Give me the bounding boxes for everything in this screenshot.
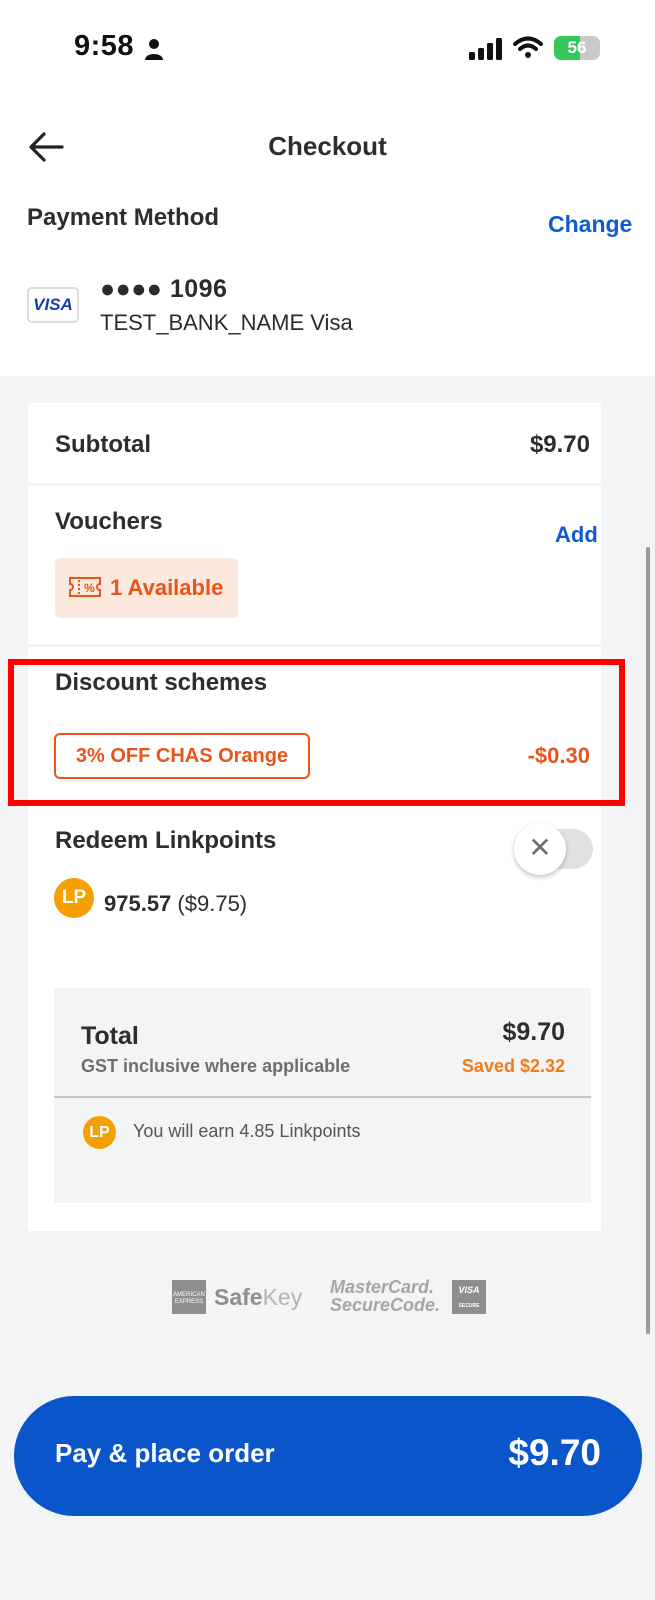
visa-secure-text: SECURE [458,1303,480,1309]
amex-logo: AMERICAN EXPRESS [172,1280,206,1314]
total-section: Total $9.70 GST inclusive where applicab… [28,961,601,1231]
earn-linkpoints-icon: LP [83,1116,116,1149]
person-icon [145,39,163,60]
visa-card-icon: VISA [27,287,79,323]
voucher-ticket-icon: % [69,577,101,597]
battery-icon: 56 [554,36,600,60]
pay-button-label: Pay & place order [55,1438,275,1468]
card-number: ●●●● 1096 [100,275,228,303]
pay-button-amount: $9.70 [508,1432,601,1473]
pay-and-place-order-button[interactable]: Pay & place order $9.70 [14,1396,642,1516]
securecode-text: SecureCode. [330,1295,441,1315]
add-voucher-button[interactable]: Add [555,522,598,548]
toggle-off-icon: ✕ [514,823,566,875]
linkpoints-amount: 975.57 [104,891,172,916]
safekey-key: Key [262,1284,303,1310]
subtotal-section: Subtotal $9.70 [28,403,601,483]
subtotal-label: Subtotal [55,431,151,458]
gst-note: GST inclusive where applicable [81,1056,351,1076]
payment-method-title: Payment Method [27,204,220,231]
total-box: Total $9.70 GST inclusive where applicab… [54,988,591,1203]
mastercard-securecode-logo: MasterCard. SecureCode. [330,1278,440,1314]
change-payment-button[interactable]: Change [548,211,632,238]
linkpoints-dollar-value: ($9.75) [177,891,248,916]
page-title: Checkout [268,131,387,161]
subtotal-value: $9.70 [529,431,590,458]
vouchers-available-chip[interactable]: % 1 Available [55,558,238,618]
security-logos: AMERICAN EXPRESS SafeKey MasterCard. Sec… [172,1278,492,1318]
linkpoints-balance: 975.57 ($9.75) [104,891,247,917]
linkpoints-icon: LP [54,878,94,918]
wifi-icon [513,36,543,58]
safekey-logo: SafeKey [214,1284,302,1311]
card-bank-name: TEST_BANK_NAME Visa [100,310,353,335]
discount-schemes-section: Discount schemes 3% OFF CHAS Orange -$0.… [28,647,601,807]
total-label: Total [81,1022,139,1050]
vouchers-label: Vouchers [55,508,163,535]
visa-secure-logo: VISA SECURE [452,1280,486,1314]
total-divider [54,1096,591,1098]
scrollbar[interactable] [646,547,650,1334]
discount-scheme-tag[interactable]: 3% OFF CHAS Orange [54,733,310,779]
vouchers-section: Vouchers Add % 1 Available [28,486,601,644]
vouchers-available-label: 1 Available [110,575,224,600]
total-value: $9.70 [502,1018,565,1046]
discount-value: -$0.30 [527,743,590,768]
mastercard-text: MasterCard. [330,1277,435,1297]
cellular-signal-icon [469,38,502,60]
saved-amount: Saved $2.32 [461,1056,565,1076]
redeem-linkpoints-toggle[interactable]: ✕ [514,823,593,875]
safekey-safe: Safe [214,1284,263,1310]
svg-text:%: % [84,581,95,595]
discount-schemes-label: Discount schemes [55,669,268,696]
redeem-linkpoints-label: Redeem Linkpoints [55,827,277,854]
battery-level: 56 [567,38,587,57]
status-time: 9:58 [74,30,135,62]
visa-secure-brand: VISA [458,1285,480,1295]
earn-linkpoints-text: You will earn 4.85 Linkpoints [133,1121,361,1141]
redeem-linkpoints-section: Redeem Linkpoints ✕ LP 975.57 ($9.75) [28,807,601,961]
